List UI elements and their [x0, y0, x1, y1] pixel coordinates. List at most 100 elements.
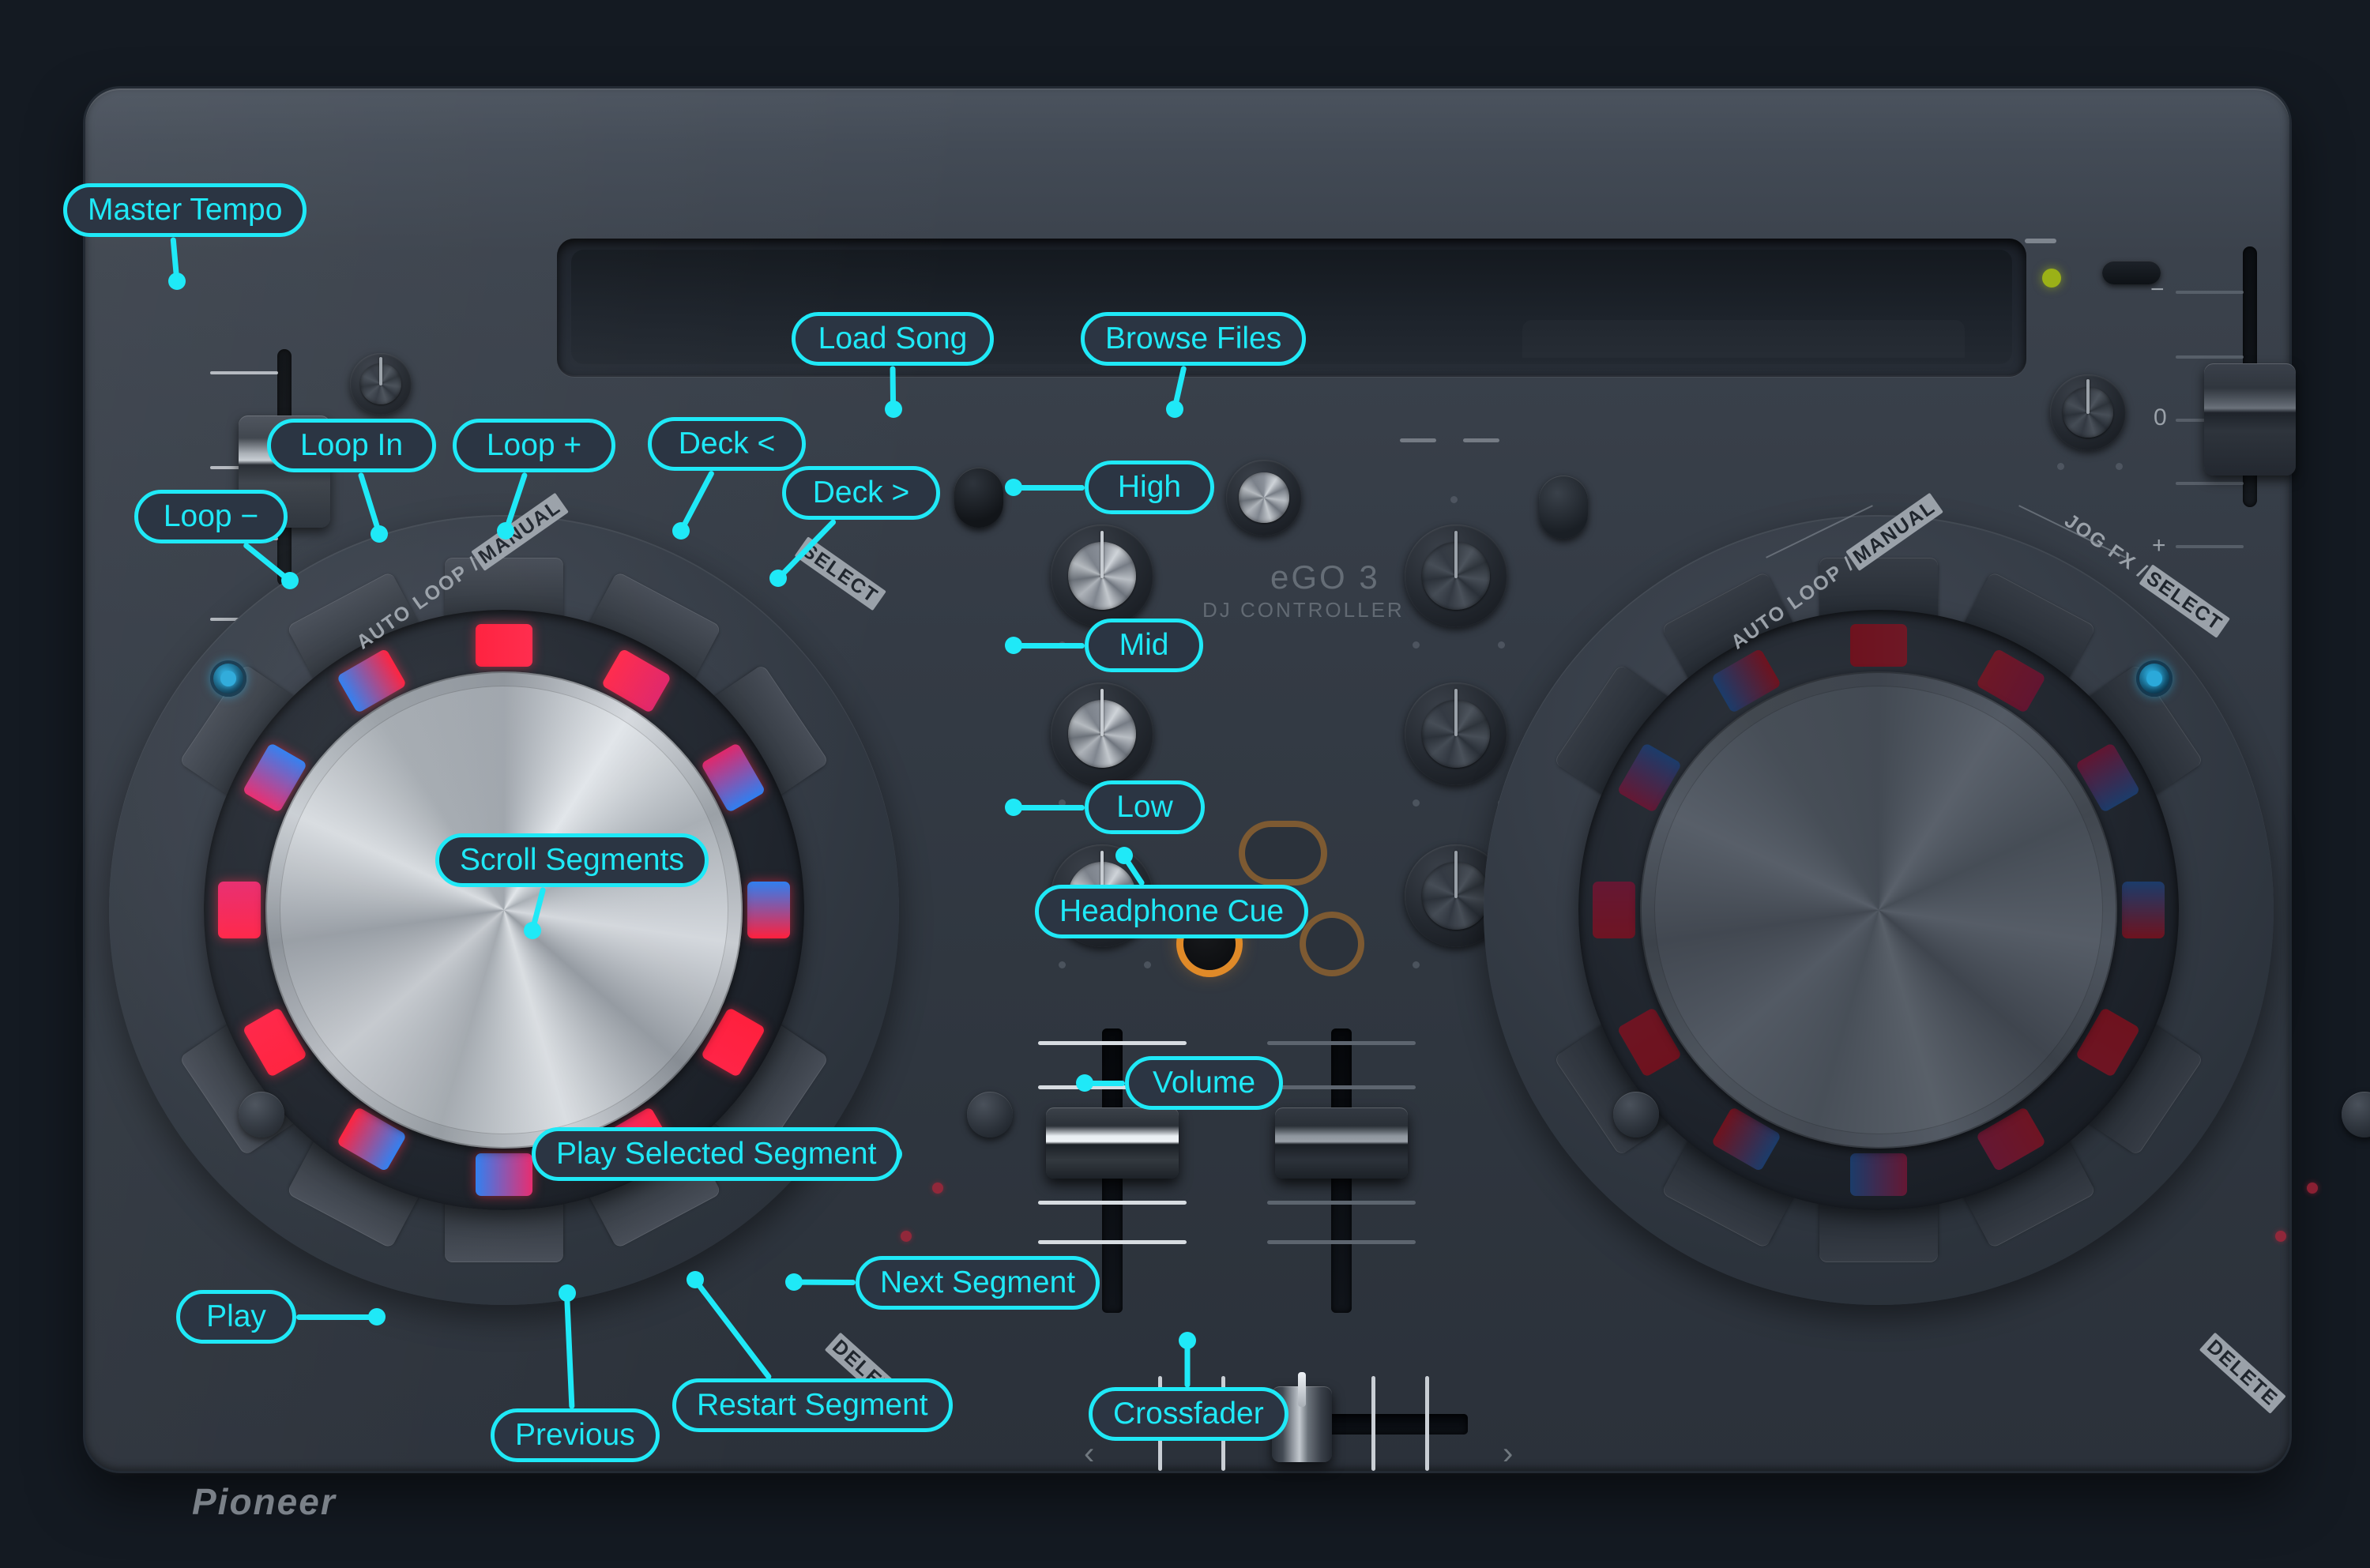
knob-scale-dot: [2116, 463, 2123, 470]
annotation-tip-dot: [281, 572, 299, 589]
eq-mid-knob[interactable]: [1051, 682, 1153, 785]
annotation-volume[interactable]: Volume: [1125, 1056, 1283, 1110]
knob-scale-dot: [1413, 961, 1420, 968]
panel-dash-mark: [1463, 438, 1499, 442]
annotation-headphone-cue[interactable]: Headphone Cue: [1035, 885, 1309, 938]
left-deck-shift-button[interactable]: [239, 1092, 284, 1137]
annotation-leader-line: [296, 1314, 377, 1320]
annotation-next-segment[interactable]: Next Segment: [856, 1256, 1100, 1310]
tempo-minus-mark: −: [2150, 276, 2165, 303]
annotation-tip-dot: [1115, 847, 1133, 864]
annotation-tip-dot: [687, 1271, 704, 1288]
annotation-leader-line: [1014, 484, 1085, 491]
fader-tick-low: [2176, 482, 2244, 485]
left-deck-play-button[interactable]: [967, 1092, 1013, 1137]
annotation-leader-line: [1014, 642, 1085, 649]
annotation-deck-prev[interactable]: Deck <: [648, 417, 806, 471]
annotation-eq-high[interactable]: High: [1085, 461, 1214, 514]
right-deck-play-button[interactable]: [2342, 1092, 2370, 1137]
annotation-tip-dot: [371, 525, 388, 543]
fader-tick: [1267, 1240, 1416, 1244]
dj-controller-body: eGO 3 DJ CONTROLLER Pioneer AUTO LOOP /M…: [85, 88, 2370, 1522]
fader-tick-top: [210, 371, 278, 374]
annotation-eq-mid[interactable]: Mid: [1085, 619, 1203, 672]
left-aux-knob[interactable]: [350, 353, 412, 415]
annotation-play[interactable]: Play: [176, 1290, 296, 1344]
knob-indicator: [1454, 850, 1458, 898]
annotation-tip-dot: [524, 922, 541, 939]
jog-led-segment: [1593, 882, 1635, 938]
right-jog-rim: [1640, 671, 2117, 1149]
jog-led-segment: [476, 1153, 532, 1196]
fader-tick: [1038, 1240, 1187, 1244]
annotation-previous[interactable]: Previous: [491, 1408, 660, 1462]
annotation-tip-dot: [1179, 1332, 1196, 1349]
device-subtitle-text: DJ CONTROLLER: [1202, 598, 1405, 622]
crossfader-right-arrow-icon: ›: [1503, 1436, 1514, 1471]
tempo-zero-mark: 0: [2154, 404, 2167, 431]
left-deck[interactable]: [109, 515, 1013, 1305]
annotation-scroll-segments[interactable]: Scroll Segments: [435, 833, 709, 887]
annotation-tip-dot: [1166, 400, 1183, 418]
left-jog-platter[interactable]: [280, 686, 728, 1134]
knob-indicator: [1454, 530, 1458, 578]
browse-files-encoder[interactable]: [1226, 460, 1302, 536]
power-led: [2042, 269, 2061, 288]
fader-handle[interactable]: [1046, 1107, 1179, 1179]
left-jog-outer[interactable]: [204, 610, 804, 1210]
right-aux-knob[interactable]: [2050, 374, 2126, 450]
right-jog-outer[interactable]: [1578, 610, 2179, 1210]
knob-scale-dot: [1450, 496, 1458, 503]
knob-indicator: [379, 356, 382, 385]
annotation-tip-dot: [1005, 637, 1022, 654]
fader-handle[interactable]: [2204, 363, 2296, 476]
knob-scale-dot: [1144, 961, 1151, 968]
right-deck-cue-led: [2136, 660, 2172, 697]
headphone-level-ring[interactable]: [1306, 918, 1358, 970]
annotation-tip-dot: [497, 522, 514, 540]
eq-high-knob[interactable]: [1051, 525, 1153, 627]
annotation-tip-dot: [559, 1284, 576, 1302]
left-deck-indicator-led: [901, 1231, 912, 1242]
right-jog-platter[interactable]: [1654, 686, 2103, 1134]
annotation-master-tempo[interactable]: Master Tempo: [63, 183, 307, 237]
load-song-button[interactable]: [954, 468, 1003, 528]
annotation-tip-dot: [769, 570, 787, 587]
knob-indicator: [1100, 688, 1104, 736]
left-deck-cue-led: [210, 660, 246, 697]
annotation-browse-files[interactable]: Browse Files: [1081, 312, 1307, 366]
annotation-tip-dot: [672, 522, 690, 540]
annotation-restart-segment[interactable]: Restart Segment: [672, 1378, 953, 1432]
crossfader-left-arrow-icon: ‹: [1084, 1436, 1095, 1471]
annotation-loop-plus[interactable]: Loop +: [453, 419, 615, 472]
right-deck-indicator-led: [2275, 1231, 2286, 1242]
jog-led-segment: [476, 624, 532, 667]
annotation-load-song[interactable]: Load Song: [792, 312, 994, 366]
fader-tick-mid-upper: [2176, 355, 2244, 359]
annotation-loop-minus[interactable]: Loop −: [134, 490, 288, 543]
annotation-play-selected-seg[interactable]: Play Selected Segment: [532, 1127, 901, 1181]
tempo-fader-b[interactable]: [2176, 246, 2297, 548]
power-dash-mark: [2025, 239, 2056, 243]
jog-led-segment: [747, 882, 790, 938]
jog-led-segment: [2122, 882, 2165, 938]
annotation-eq-low[interactable]: Low: [1085, 780, 1205, 834]
fader-tick: [1267, 1201, 1416, 1205]
annotation-loop-in[interactable]: Loop In: [267, 419, 436, 472]
left-deck-indicator-led: [932, 1183, 943, 1194]
right-deck-indicator-led: [2307, 1183, 2318, 1194]
right-deck[interactable]: [1484, 515, 2370, 1305]
annotation-tip-dot: [1005, 799, 1022, 816]
annotation-deck-next[interactable]: Deck >: [782, 466, 940, 520]
annotation-tip-dot: [885, 400, 902, 418]
fader-handle[interactable]: [1275, 1107, 1408, 1179]
annotation-crossfader[interactable]: Crossfader: [1089, 1387, 1288, 1441]
fader-tick: [1267, 1041, 1416, 1045]
headphone-mix-pill[interactable]: [1245, 827, 1321, 879]
fader-tick: [1267, 1085, 1416, 1089]
channel-b-volume-fader[interactable]: [1262, 1028, 1420, 1313]
right-deck-shift-button[interactable]: [1613, 1092, 1659, 1137]
delete-chip: DELETE: [2199, 1332, 2286, 1414]
tempo-plus-mark: +: [2152, 532, 2166, 558]
annotation-leader-line: [793, 1279, 856, 1285]
